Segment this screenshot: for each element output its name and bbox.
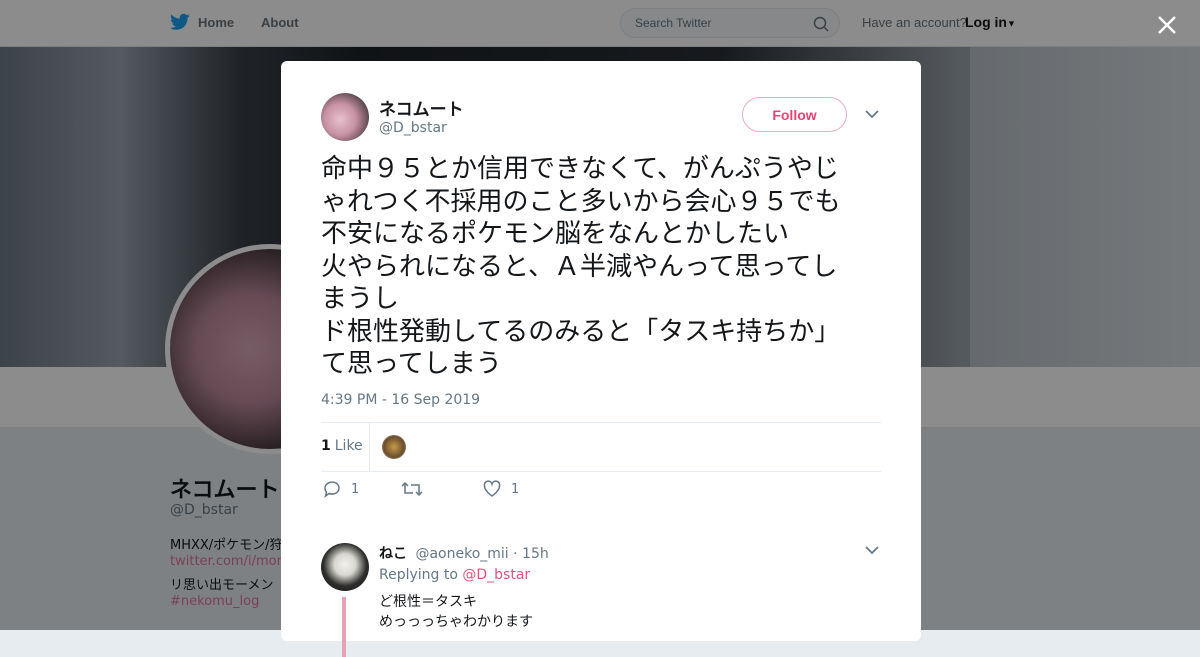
reply-text-line1: ど根性＝タスキ	[379, 594, 477, 610]
reply-icon	[324, 481, 340, 498]
stats-divider	[369, 423, 370, 471]
retweet-icon	[401, 481, 423, 497]
liker-avatar[interactable]	[382, 435, 406, 459]
chevron-down-icon[interactable]	[865, 109, 879, 119]
reply-count: 1	[351, 481, 360, 497]
tweet-modal: ネコムート @D_bstar Follow 命中９５とか信用できなくて、がんぷう…	[281, 61, 921, 657]
like-count: 1	[511, 481, 520, 497]
reply-avatar[interactable]	[321, 543, 369, 591]
reply-header: ねこ @aoneko_mii · 15h	[379, 543, 549, 563]
reply-text-line2: めっっっちゃわかります	[379, 614, 533, 630]
replying-mention[interactable]: @D_bstar	[462, 567, 530, 583]
reply-chevron-down-icon[interactable]	[865, 545, 879, 555]
retweet-action[interactable]	[401, 480, 423, 498]
likes-count: 1	[321, 438, 331, 454]
close-icon[interactable]	[1154, 12, 1180, 38]
author-name[interactable]: ネコムート	[379, 95, 464, 120]
likes-stat[interactable]: 1 Like	[321, 438, 363, 454]
tweet-text: 命中９５とか信用できなくて、がんぷうやじ ゃれつく不採用のこと多いから会心９５で…	[321, 154, 841, 379]
reply-author-name[interactable]: ねこ	[379, 546, 407, 562]
heart-icon	[483, 480, 501, 497]
author-handle[interactable]: @D_bstar	[379, 120, 447, 136]
reply-action[interactable]: 1	[323, 480, 359, 498]
author-avatar[interactable]	[321, 93, 369, 141]
reply-author-handle[interactable]: @aoneko_mii	[415, 546, 508, 562]
reply-time[interactable]: · 15h	[513, 546, 549, 562]
replying-prefix: Replying to	[379, 567, 458, 583]
tweet-actions: 1 1	[321, 480, 881, 504]
follow-button[interactable]: Follow	[742, 97, 847, 132]
replying-to: Replying to @D_bstar	[379, 567, 530, 583]
reply-tweet: ねこ @aoneko_mii · 15h Replying to @D_bsta…	[321, 541, 881, 657]
tweet-timestamp[interactable]: 4:39 PM - 16 Sep 2019	[321, 392, 480, 408]
tweet-stats: 1 Like	[321, 422, 881, 472]
likes-label: Like	[334, 438, 363, 454]
thread-line	[342, 597, 346, 657]
like-action[interactable]: 1	[483, 480, 519, 498]
